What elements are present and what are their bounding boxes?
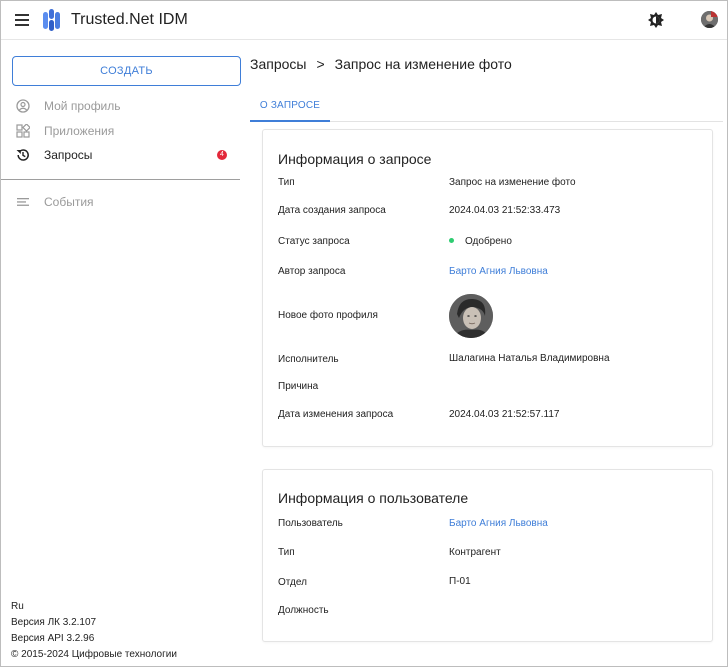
user-avatar[interactable] xyxy=(701,11,718,28)
field-label: Дата создания запроса xyxy=(278,205,386,216)
field-label: Дата изменения запроса xyxy=(278,409,394,420)
sidebar-item-label: Запросы xyxy=(44,148,93,162)
field-label: Отдел xyxy=(278,577,307,588)
user-link[interactable]: Барто Агния Львовна xyxy=(449,518,548,529)
field-value: 2024.04.03 21:52:33.473 xyxy=(449,205,561,216)
create-button[interactable]: СОЗДАТЬ xyxy=(12,56,241,86)
sidebar-item-apps[interactable]: Приложения xyxy=(16,121,231,141)
sidebar-item-label: Приложения xyxy=(44,124,115,138)
app-header: Trusted.Net IDM xyxy=(1,1,727,40)
tab-bar: О ЗАПРОСЕ xyxy=(250,91,723,122)
sidebar: СОЗДАТЬ Мой профиль Приложения Запросы 4… xyxy=(1,40,241,666)
status-dot-icon xyxy=(449,237,454,243)
field-label: Причина xyxy=(278,381,319,392)
sidebar-item-events[interactable]: События xyxy=(16,192,231,212)
sidebar-item-label: Мой профиль xyxy=(44,99,121,113)
field-label: Статус запроса xyxy=(278,236,350,247)
version-lk: Версия ЛК 3.2.107 xyxy=(11,617,97,628)
list-icon xyxy=(16,195,30,209)
breadcrumb-current: Запрос на изменение фото xyxy=(334,56,512,72)
brightness-icon[interactable] xyxy=(648,12,664,28)
copyright: © 2015-2024 Цифровые технологии xyxy=(11,649,177,660)
sidebar-item-requests[interactable]: Запросы 4 xyxy=(16,145,231,165)
field-label: Новое фото профиля xyxy=(278,310,378,321)
field-value: П-01 xyxy=(449,576,471,587)
history-icon xyxy=(16,148,30,162)
new-profile-photo[interactable] xyxy=(449,294,493,338)
status-text: Одобрено xyxy=(465,236,512,247)
field-value: Контрагент xyxy=(449,547,501,558)
app-title: Trusted.Net IDM xyxy=(71,11,188,28)
breadcrumb: Запросы > Запрос на изменение фото xyxy=(250,56,512,72)
field-label: Тип xyxy=(278,547,295,558)
chevron-right-icon: > xyxy=(316,56,325,72)
user-info-card: Информация о пользователе Пользователь Б… xyxy=(262,469,713,642)
user-circle-icon xyxy=(16,99,30,113)
card-title: Информация о запросе xyxy=(278,151,432,167)
tab-request-info[interactable]: О ЗАПРОСЕ xyxy=(250,91,330,122)
field-label: Должность xyxy=(278,605,329,616)
language-switch[interactable]: Ru xyxy=(11,599,177,615)
app-logo xyxy=(43,9,60,31)
sidebar-item-label: События xyxy=(44,195,94,209)
request-info-card: Информация о запросе Тип Запрос на измен… xyxy=(262,129,713,447)
field-value: Шалагина Наталья Владимировна xyxy=(449,353,610,364)
sidebar-footer: Ru Версия ЛК 3.2.107 Версия API 3.2.96 ©… xyxy=(11,599,177,663)
field-value: 2024.04.03 21:52:57.117 xyxy=(449,409,560,420)
field-label: Автор запроса xyxy=(278,266,346,277)
breadcrumb-parent[interactable]: Запросы xyxy=(250,56,306,72)
requests-count-badge: 4 xyxy=(217,150,227,160)
version-api: Версия API 3.2.96 xyxy=(11,633,95,644)
author-link[interactable]: Барто Агния Львовна xyxy=(449,266,548,277)
field-label: Пользователь xyxy=(278,518,343,529)
status-value: Одобрено xyxy=(449,236,512,247)
sidebar-item-profile[interactable]: Мой профиль xyxy=(16,96,231,116)
field-label: Тип xyxy=(278,177,295,188)
field-value: Запрос на изменение фото xyxy=(449,177,576,188)
apps-grid-icon xyxy=(16,124,30,138)
sidebar-divider xyxy=(1,179,240,180)
field-label: Исполнитель xyxy=(278,354,339,365)
menu-icon[interactable] xyxy=(15,14,29,26)
card-title: Информация о пользователе xyxy=(278,490,469,506)
moon-icon[interactable] xyxy=(674,12,690,28)
